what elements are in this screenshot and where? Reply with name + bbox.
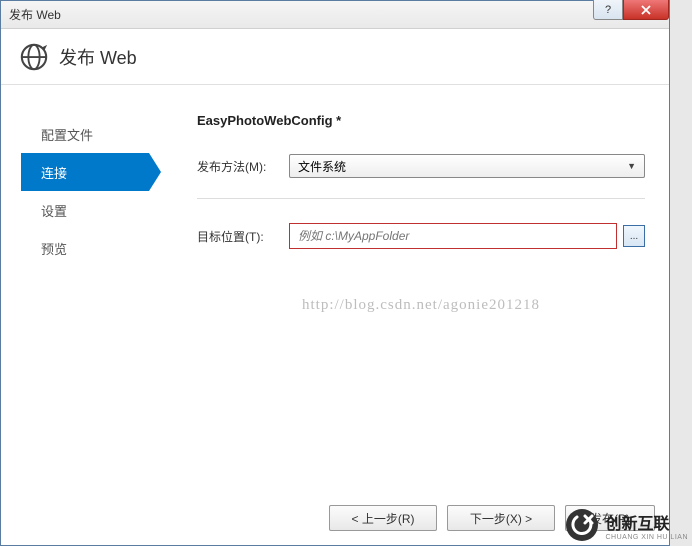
publish-method-row: 发布方法(M): 文件系统 ▼: [197, 154, 645, 178]
sidebar: 配置文件 连接 设置 预览: [1, 85, 159, 485]
watermark-text: http://blog.csdn.net/agonie201218: [197, 297, 645, 314]
sidebar-item-label: 设置: [41, 201, 67, 220]
browse-button[interactable]: ...: [623, 225, 645, 247]
divider: [197, 198, 645, 199]
close-button[interactable]: [623, 0, 669, 20]
publish-method-label: 发布方法(M):: [197, 158, 289, 175]
sidebar-item-label: 连接: [41, 163, 67, 182]
window-title: 发布 Web: [9, 6, 61, 23]
sidebar-item-profile[interactable]: 配置文件: [29, 115, 159, 153]
chevron-down-icon: ▼: [627, 161, 636, 171]
titlebar-controls: ?: [593, 0, 669, 20]
target-location-label: 目标位置(T):: [197, 228, 289, 245]
header-title: 发布 Web: [59, 44, 137, 70]
config-name: EasyPhotoWebConfig *: [197, 113, 645, 128]
brand-icon: [565, 508, 599, 542]
publish-method-value: 文件系统: [298, 158, 346, 175]
publish-method-select[interactable]: 文件系统 ▼: [289, 154, 645, 178]
sidebar-item-connection[interactable]: 连接: [21, 153, 149, 191]
target-location-input[interactable]: [289, 223, 617, 249]
content-area: 配置文件 连接 设置 预览 EasyPhotoWebConfig * 发布方法(…: [1, 85, 669, 485]
sidebar-item-label: 预览: [41, 239, 67, 258]
header-section: 发布 Web: [1, 29, 669, 85]
browse-label: ...: [630, 231, 638, 242]
sidebar-item-label: 配置文件: [41, 125, 93, 144]
dialog-window: 发布 Web ? 发布 Web 配置文件 连接 设置 预览 EasyPhotoW…: [0, 0, 670, 546]
next-button[interactable]: 下一步(X) >: [447, 505, 555, 531]
prev-button[interactable]: < 上一步(R): [329, 505, 437, 531]
target-location-row: 目标位置(T): ...: [197, 223, 645, 249]
main-panel: EasyPhotoWebConfig * 发布方法(M): 文件系统 ▼ 目标位…: [159, 85, 669, 485]
sidebar-item-settings[interactable]: 设置: [29, 191, 159, 229]
brand-subtitle: CHUANG XIN HU LIAN: [605, 534, 688, 541]
globe-icon: [19, 42, 49, 72]
sidebar-item-preview[interactable]: 预览: [29, 229, 159, 267]
help-button[interactable]: ?: [593, 0, 623, 20]
close-icon: [641, 5, 651, 15]
titlebar: 发布 Web ?: [1, 1, 669, 29]
brand-logo: 创新互联 CHUANG XIN HU LIAN: [565, 508, 688, 542]
brand-name: 创新互联: [605, 516, 669, 533]
